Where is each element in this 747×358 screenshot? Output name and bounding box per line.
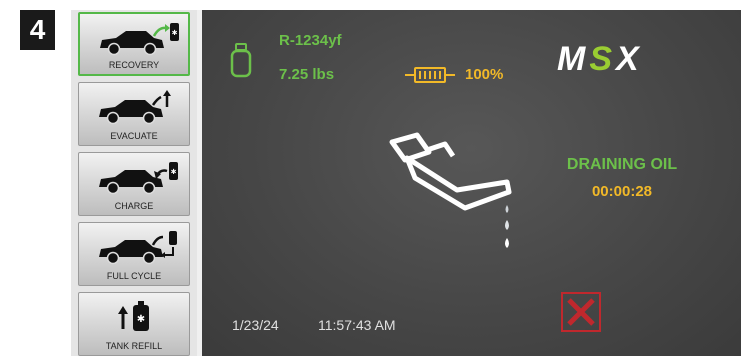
- sidebar-item-full-cycle[interactable]: FULL CYCLE: [78, 222, 190, 286]
- close-icon: [567, 298, 595, 326]
- battery-icon: [405, 67, 455, 83]
- svg-text:✱: ✱: [171, 168, 177, 176]
- sidebar-item-recovery[interactable]: ✱ RECOVERY: [78, 12, 190, 76]
- refrigerant-type: R-1234yf: [279, 32, 342, 49]
- car-evacuate-icon: [99, 90, 171, 125]
- mode-sidebar: ✱ RECOVERY EVACUATE ✱ CHARGE FULL CYCLE …: [71, 10, 197, 356]
- msx-logo: MSX: [557, 40, 643, 79]
- sidebar-item-label: EVACUATE: [110, 131, 158, 141]
- logo-letter: X: [616, 40, 643, 78]
- logo-letter: S: [589, 40, 617, 78]
- sidebar-item-label: FULL CYCLE: [106, 271, 162, 281]
- step-number-badge: 4: [20, 10, 55, 50]
- oil-can-icon: [389, 132, 512, 248]
- sidebar-item-label: RECOVERY: [108, 60, 160, 70]
- cancel-button[interactable]: [561, 292, 601, 332]
- sidebar-item-tank-refill[interactable]: ✱ TANK REFILL: [78, 292, 190, 356]
- tank-weight: 7.25 lbs: [279, 66, 335, 83]
- sidebar-item-label: CHARGE: [114, 201, 154, 211]
- logo-letter: M: [557, 40, 590, 78]
- car-charge-icon: ✱: [99, 162, 178, 195]
- refrigerant-tank-icon: [230, 43, 252, 78]
- date-display: 1/23/24: [232, 317, 279, 333]
- sidebar-item-evacuate[interactable]: EVACUATE: [78, 82, 190, 146]
- device-display: ✱ RECOVERY EVACUATE ✱ CHARGE FULL CYCLE …: [71, 10, 741, 356]
- time-display: 11:57:43 AM: [318, 317, 396, 333]
- sidebar-item-charge[interactable]: ✱ CHARGE: [78, 152, 190, 216]
- battery-percent: 100%: [465, 66, 504, 83]
- car-recovery-icon: ✱: [100, 23, 179, 56]
- tank-refill-icon: ✱: [118, 301, 149, 331]
- main-screen: R-1234yf 7.25 lbs 100% MSX DRAINING OIL …: [202, 10, 741, 356]
- sidebar-item-label: TANK REFILL: [105, 341, 163, 351]
- process-status: DRAINING OIL: [566, 156, 678, 173]
- svg-text:✱: ✱: [172, 29, 178, 37]
- svg-text:✱: ✱: [137, 314, 145, 325]
- process-timer: 00:00:28: [591, 183, 653, 200]
- car-full-cycle-icon: [99, 231, 177, 265]
